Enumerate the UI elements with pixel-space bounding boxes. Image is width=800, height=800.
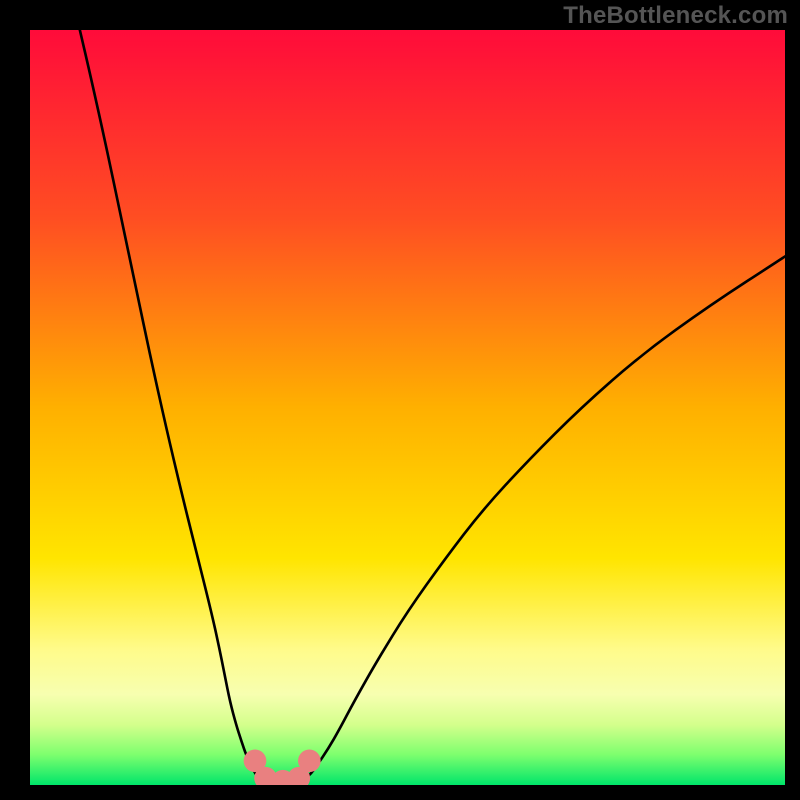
chart-frame: TheBottleneck.com xyxy=(0,0,800,800)
plot-area xyxy=(30,30,785,785)
data-marker xyxy=(298,750,321,773)
watermark-text: TheBottleneck.com xyxy=(563,2,788,30)
chart-svg xyxy=(30,30,785,785)
gradient-background xyxy=(30,30,785,785)
